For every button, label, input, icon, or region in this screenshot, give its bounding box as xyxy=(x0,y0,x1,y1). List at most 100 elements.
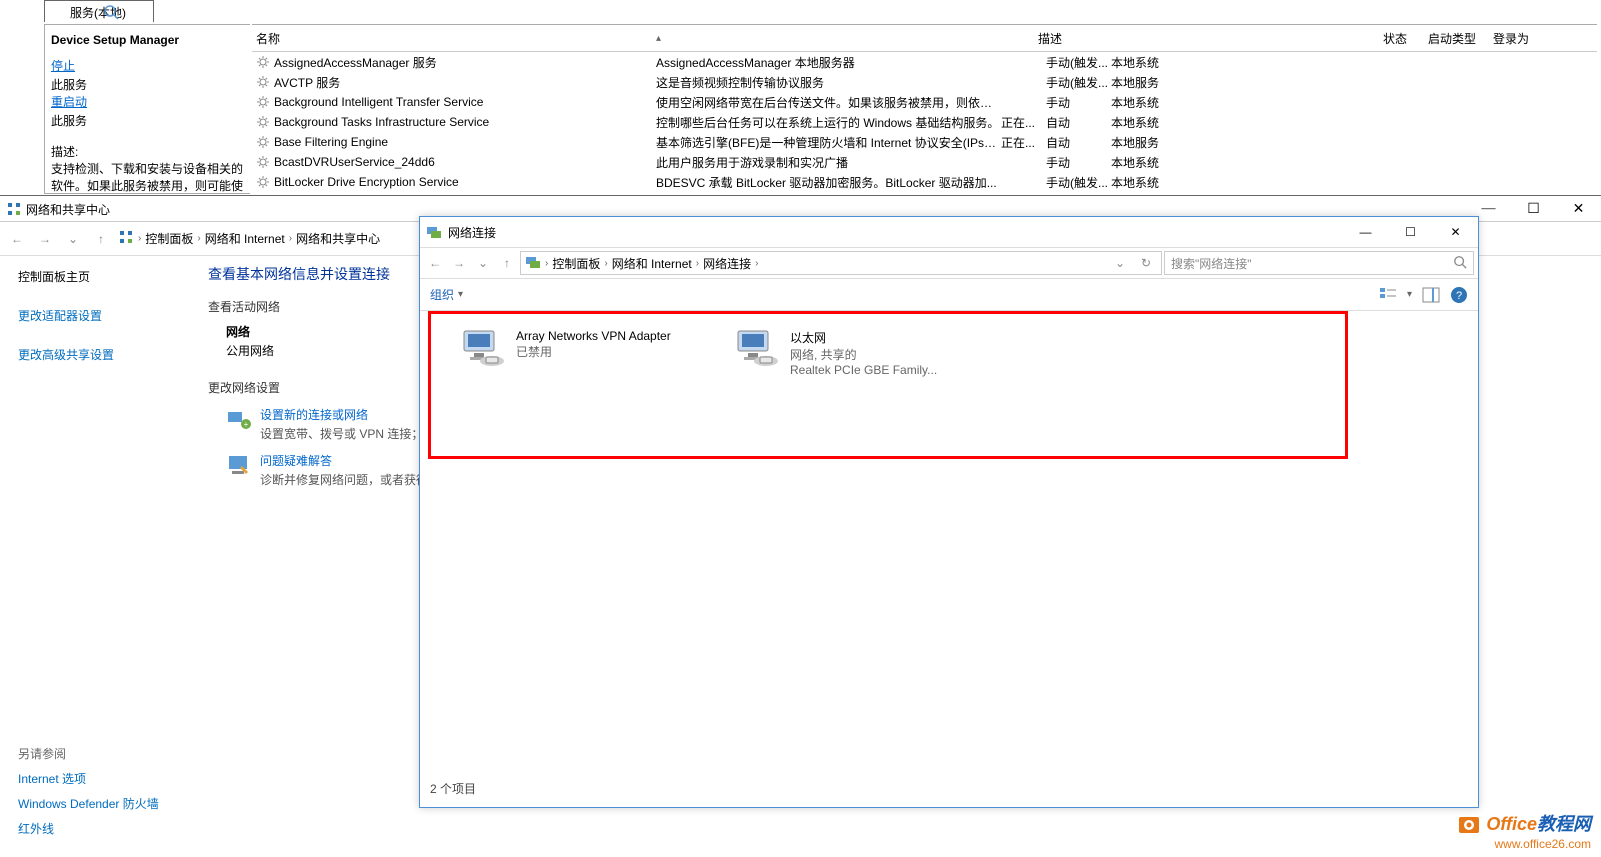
back-button[interactable]: ← xyxy=(424,256,446,270)
breadcrumb-item[interactable]: 控制面板 xyxy=(145,230,193,247)
minimize-button[interactable]: — xyxy=(1343,217,1388,247)
up-button[interactable]: ↑ xyxy=(90,228,112,250)
organize-button[interactable]: 组织 xyxy=(430,286,454,303)
breadcrumb-item[interactable]: 控制面板 xyxy=(552,255,600,272)
chevron-down-icon[interactable]: ▾ xyxy=(1407,289,1412,300)
service-desc: 使用空闲网络带宽在后台传送文件。如果该服务被禁用，则依赖... xyxy=(656,94,1001,111)
new-connection-link[interactable]: 设置新的连接或网络 xyxy=(260,406,435,423)
network-center-title: 网络和共享中心 xyxy=(26,201,110,218)
svg-text:+: + xyxy=(244,420,249,429)
sort-indicator-icon: ▴ xyxy=(656,33,661,44)
recent-dropdown[interactable]: ⌄ xyxy=(472,256,494,270)
service-name: AssignedAccessManager 服务 xyxy=(274,54,656,71)
chevron-down-icon[interactable]: ▾ xyxy=(458,289,463,300)
service-row[interactable]: BitLocker Drive Encryption ServiceBDESVC… xyxy=(252,172,1597,192)
search-icon xyxy=(1453,255,1467,272)
network-connections-titlebar[interactable]: 网络连接 — ☐ ✕ xyxy=(420,217,1478,247)
chevron-right-icon: › xyxy=(755,258,758,269)
svg-text:?: ? xyxy=(1456,290,1462,302)
recent-dropdown[interactable]: ⌄ xyxy=(62,228,84,250)
close-button[interactable]: ✕ xyxy=(1433,217,1478,247)
network-icon xyxy=(6,201,22,217)
service-desc: 此用户服务用于游戏录制和实况广播 xyxy=(656,154,1001,171)
service-login: 本地系统 xyxy=(1111,114,1211,131)
service-startup: 手动(触发... xyxy=(1046,74,1111,91)
refresh-button[interactable]: ↻ xyxy=(1135,256,1157,270)
breadcrumb[interactable]: › 控制面板 › 网络和 Internet › 网络连接 › ⌄ ↻ xyxy=(520,251,1162,275)
services-columns-header[interactable]: 名称 ▴ 描述 状态 启动类型 登录为 xyxy=(252,24,1597,52)
forward-button[interactable]: → xyxy=(34,228,56,250)
sidebar-advanced-sharing[interactable]: 更改高级共享设置 xyxy=(18,346,180,363)
chevron-right-icon: › xyxy=(138,233,141,244)
see-also-defender-firewall[interactable]: Windows Defender 防火墙 xyxy=(18,795,159,812)
stop-service-link[interactable]: 停止 xyxy=(51,57,244,74)
service-row[interactable]: Background Tasks Infrastructure Service控… xyxy=(252,112,1597,132)
forward-button[interactable]: → xyxy=(448,256,470,270)
col-login[interactable]: 登录为 xyxy=(1493,30,1593,47)
network-connections-window: 网络连接 — ☐ ✕ ← → ⌄ ↑ › 控制面板 › 网络和 Internet… xyxy=(419,216,1479,808)
service-login: 本地服务 xyxy=(1111,74,1211,91)
service-login: 本地系统 xyxy=(1111,174,1211,191)
col-status[interactable]: 状态 xyxy=(1383,30,1428,47)
services-tab[interactable]: 服务(本地) xyxy=(44,0,154,22)
maximize-button[interactable]: ☐ xyxy=(1511,196,1556,222)
gear-icon xyxy=(256,75,270,89)
see-also-internet-options[interactable]: Internet 选项 xyxy=(18,770,159,787)
sidebar-control-panel-home[interactable]: 控制面板主页 xyxy=(18,268,180,285)
service-name: BitLocker Drive Encryption Service xyxy=(274,175,656,189)
col-startup[interactable]: 启动类型 xyxy=(1428,30,1493,47)
maximize-button[interactable]: ☐ xyxy=(1388,217,1433,247)
dropdown-icon[interactable]: ⌄ xyxy=(1109,256,1131,270)
search-placeholder: 搜索"网络连接" xyxy=(1171,255,1252,272)
service-startup: 自动 xyxy=(1046,114,1111,131)
chevron-right-icon: › xyxy=(289,233,292,244)
service-desc: AssignedAccessManager 本地服务器 xyxy=(656,54,1001,71)
chevron-right-icon: › xyxy=(696,258,699,269)
chevron-right-icon: › xyxy=(604,258,607,269)
service-login: 本地系统 xyxy=(1111,154,1211,171)
network-connections-icon xyxy=(525,254,541,273)
restart-service-link[interactable]: 重启动 xyxy=(51,93,244,110)
service-login: 本地系统 xyxy=(1111,54,1211,71)
back-button[interactable]: ← xyxy=(6,228,28,250)
chevron-right-icon: › xyxy=(545,258,548,269)
network-connections-addressbar: ← → ⌄ ↑ › 控制面板 › 网络和 Internet › 网络连接 › ⌄… xyxy=(420,247,1478,279)
service-status: 正在... xyxy=(1001,134,1046,151)
service-name: Background Intelligent Transfer Service xyxy=(274,95,656,109)
service-row[interactable]: AVCTP 服务这是音频视频控制传输协议服务手动(触发...本地服务 xyxy=(252,72,1597,92)
help-button[interactable]: ? xyxy=(1450,286,1468,304)
service-row[interactable]: AssignedAccessManager 服务AssignedAccessMa… xyxy=(252,52,1597,72)
services-window: 服务(本地) Device Setup Manager 停止此服务 重启动此服务… xyxy=(0,0,1601,200)
col-name[interactable]: 名称 xyxy=(256,30,656,47)
breadcrumb-item[interactable]: 网络连接 xyxy=(703,255,751,272)
view-options-button[interactable] xyxy=(1379,286,1397,304)
status-bar: 2 个项目 xyxy=(430,780,476,797)
sidebar-adapter-settings[interactable]: 更改适配器设置 xyxy=(18,307,180,324)
search-box[interactable]: 搜索"网络连接" xyxy=(1164,251,1474,275)
service-startup: 手动(触发... xyxy=(1046,54,1111,71)
close-button[interactable]: ✕ xyxy=(1556,196,1601,222)
preview-pane-button[interactable] xyxy=(1422,286,1440,304)
service-startup: 自动 xyxy=(1046,134,1111,151)
service-desc: 这是音频视频控制传输协议服务 xyxy=(656,74,1001,91)
service-startup: 手动 xyxy=(1046,94,1111,111)
col-desc[interactable]: 描述 xyxy=(1038,30,1383,47)
troubleshoot-icon xyxy=(226,452,252,478)
service-row[interactable]: BcastDVRUserService_24dd6此用户服务用于游戏录制和实况广… xyxy=(252,152,1597,172)
see-also-panel: 另请参阅 Internet 选项 Windows Defender 防火墙 红外… xyxy=(18,745,159,845)
highlight-box xyxy=(428,311,1348,459)
network-connections-icon xyxy=(426,224,442,240)
service-row[interactable]: Base Filtering Engine基本筛选引擎(BFE)是一种管理防火墙… xyxy=(252,132,1597,152)
up-button[interactable]: ↑ xyxy=(496,256,518,270)
gear-icon xyxy=(256,55,270,69)
service-desc: 控制哪些后台任务可以在系统上运行的 Windows 基础结构服务。 xyxy=(656,114,1001,131)
new-connection-desc: 设置宽带、拨号或 VPN 连接；或 xyxy=(260,427,435,441)
see-also-infrared[interactable]: 红外线 xyxy=(18,820,159,837)
breadcrumb-item[interactable]: 网络和 Internet xyxy=(205,230,285,247)
breadcrumb-item[interactable]: 网络和 Internet xyxy=(612,255,692,272)
service-startup: 手动(触发... xyxy=(1046,174,1111,191)
troubleshoot-link[interactable]: 问题疑难解答 xyxy=(260,452,428,469)
breadcrumb-item[interactable]: 网络和共享中心 xyxy=(296,230,380,247)
gear-icon xyxy=(256,95,270,109)
service-row[interactable]: Background Intelligent Transfer Service使… xyxy=(252,92,1597,112)
